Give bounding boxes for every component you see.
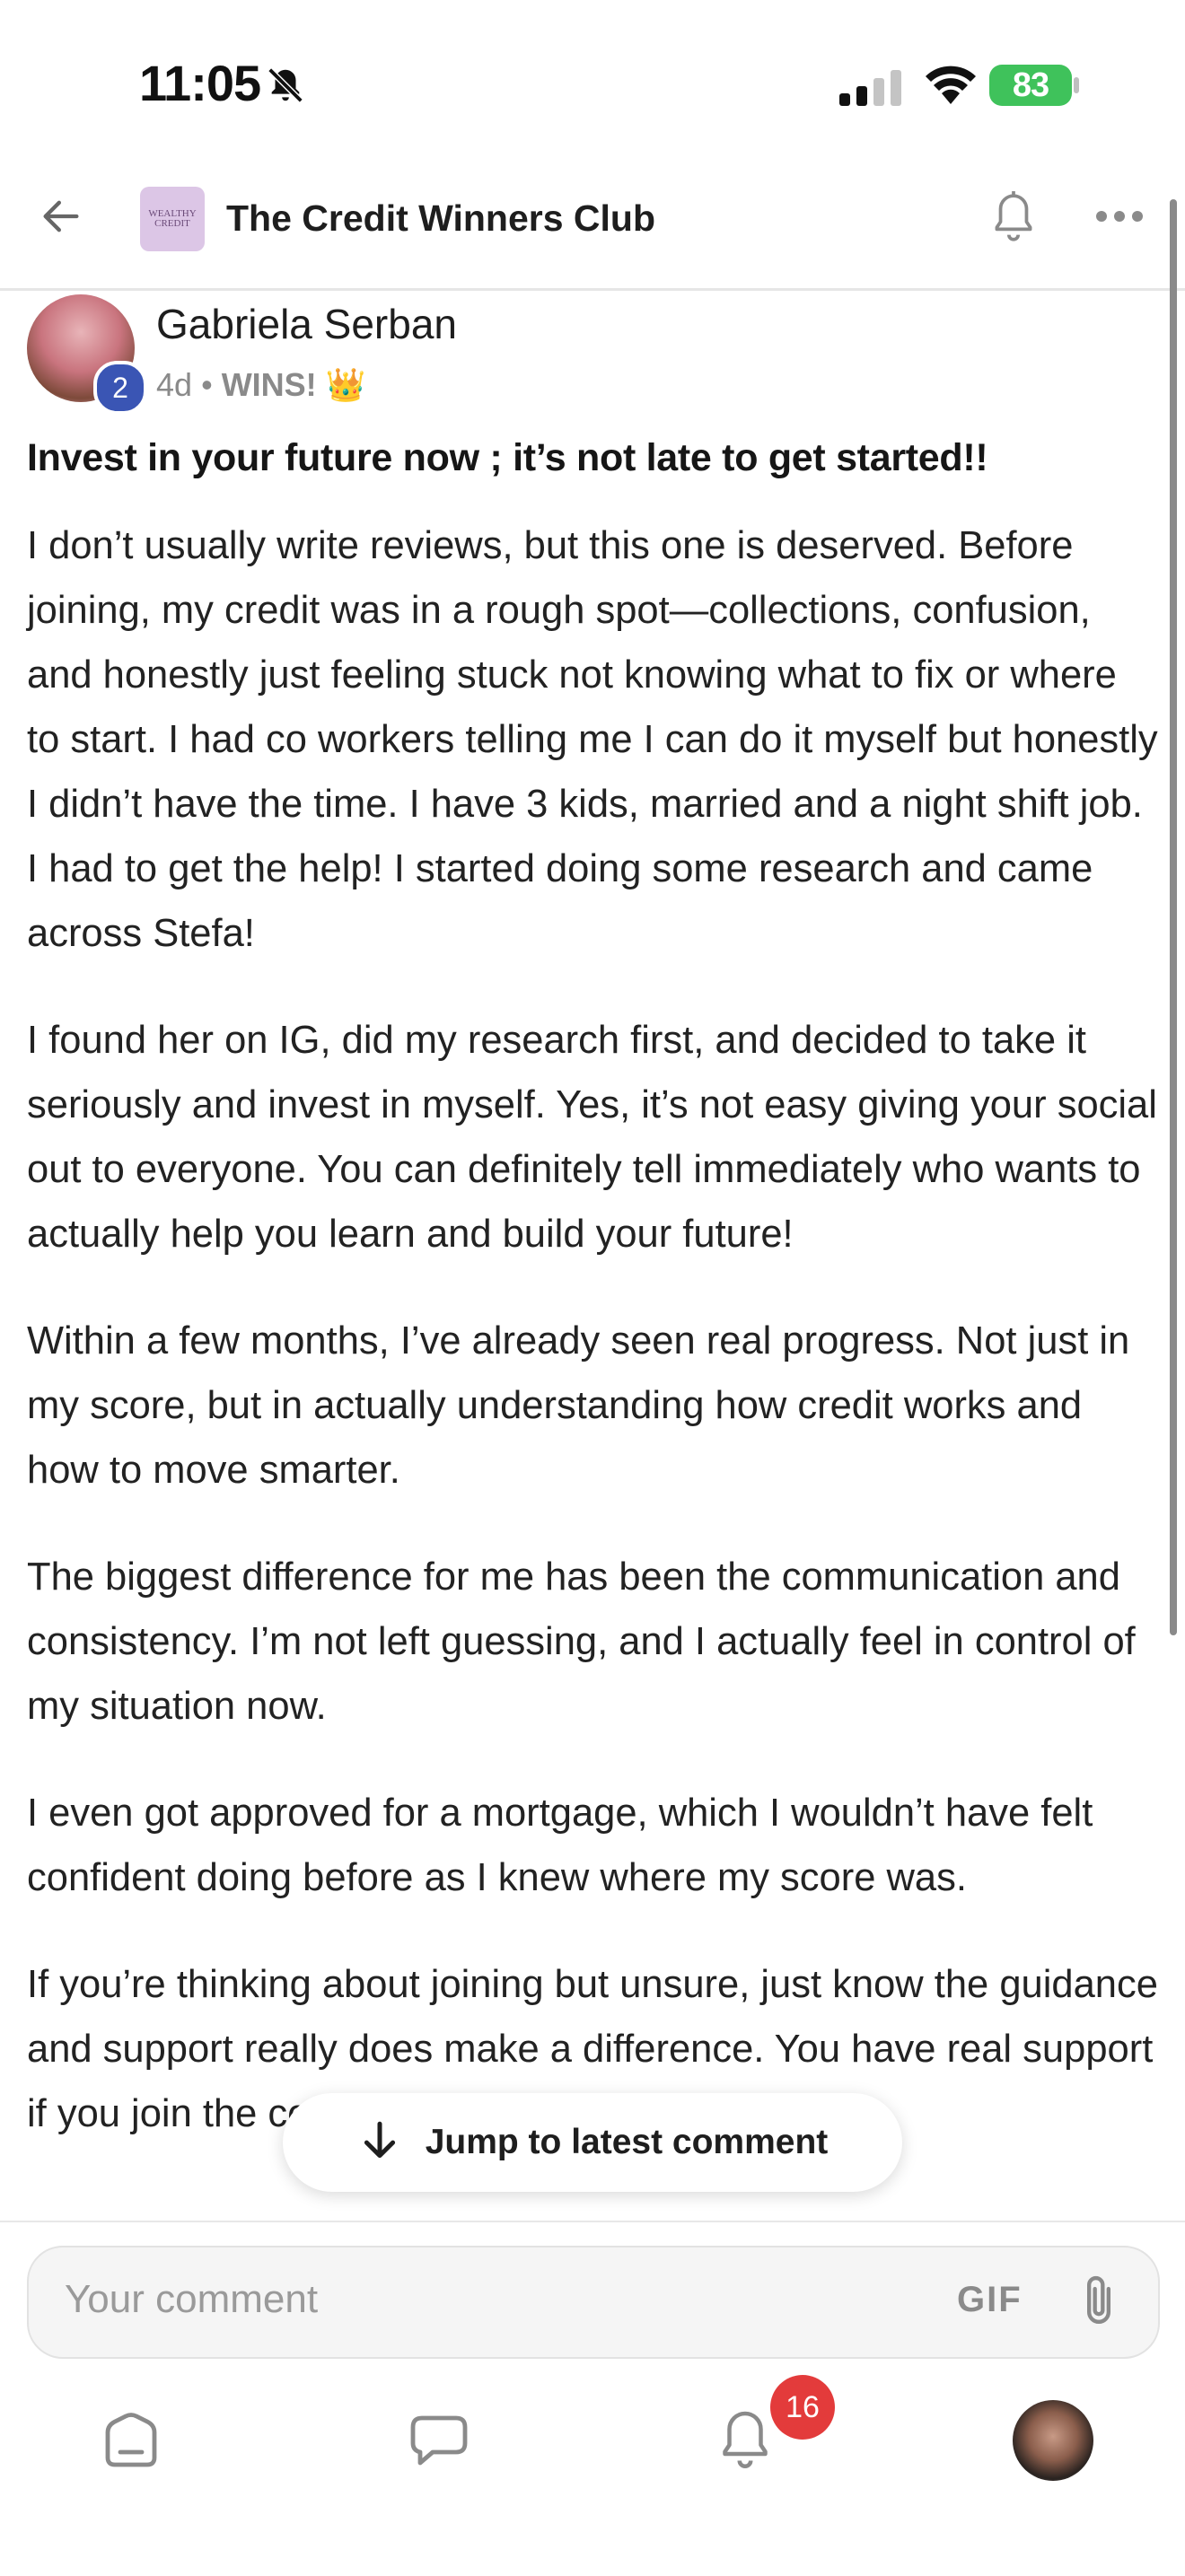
jump-to-latest-comment-button[interactable]: Jump to latest comment [283, 2093, 902, 2192]
back-arrow-icon[interactable] [38, 193, 84, 244]
meta-separator: • [201, 366, 213, 403]
profile-avatar[interactable] [1013, 2400, 1093, 2481]
author-name[interactable]: Gabriela Serban [156, 300, 457, 348]
more-icon[interactable] [1095, 210, 1144, 227]
post-paragraph: Within a few months, I’ve already seen r… [27, 1319, 1130, 1492]
notification-count-badge: 16 [770, 2375, 835, 2440]
post-paragraph: The biggest difference for me has been t… [27, 1555, 1136, 1728]
bell-slash-icon [265, 65, 306, 110]
level-badge: 2 [93, 361, 147, 415]
battery-tip [1074, 77, 1079, 93]
signal-icon [839, 70, 902, 110]
post-category[interactable]: WINS! 👑 [222, 366, 366, 403]
home-icon[interactable] [101, 2413, 162, 2473]
post-paragraph: I don’t usually write reviews, but this … [27, 524, 1158, 955]
post-paragraph: I found her on IG, did my research first… [27, 1019, 1157, 1256]
post-meta: 4d • WINS! 👑 [156, 366, 366, 404]
bell-icon[interactable] [991, 190, 1036, 250]
gif-button[interactable]: GIF [957, 2280, 1023, 2320]
chat-icon[interactable] [408, 2413, 470, 2473]
arrow-down-icon [357, 2118, 402, 2168]
jump-button-label: Jump to latest comment [425, 2123, 829, 2161]
status-time: 11:05 [139, 55, 261, 111]
post-body: I don’t usually write reviews, but this … [27, 513, 1160, 2188]
post-paragraph: I even got approved for a mortgage, whic… [27, 1792, 1093, 1899]
logo-text-line2: CREDIT [154, 218, 190, 229]
post-title: Invest in your future now ; it’s not lat… [27, 436, 988, 479]
header-divider [0, 288, 1185, 291]
comment-placeholder[interactable]: Your comment [65, 2277, 318, 2322]
battery-level: 83 [989, 65, 1072, 106]
group-title[interactable]: The Credit Winners Club [226, 197, 655, 240]
post-age: 4d [156, 366, 193, 403]
group-logo[interactable]: WEALTHY CREDIT [140, 187, 205, 251]
notification-bell-icon[interactable] [718, 2409, 772, 2476]
paperclip-icon[interactable] [1075, 2271, 1122, 2335]
scrollbar[interactable] [1170, 199, 1177, 1635]
wifi-icon [923, 63, 979, 109]
